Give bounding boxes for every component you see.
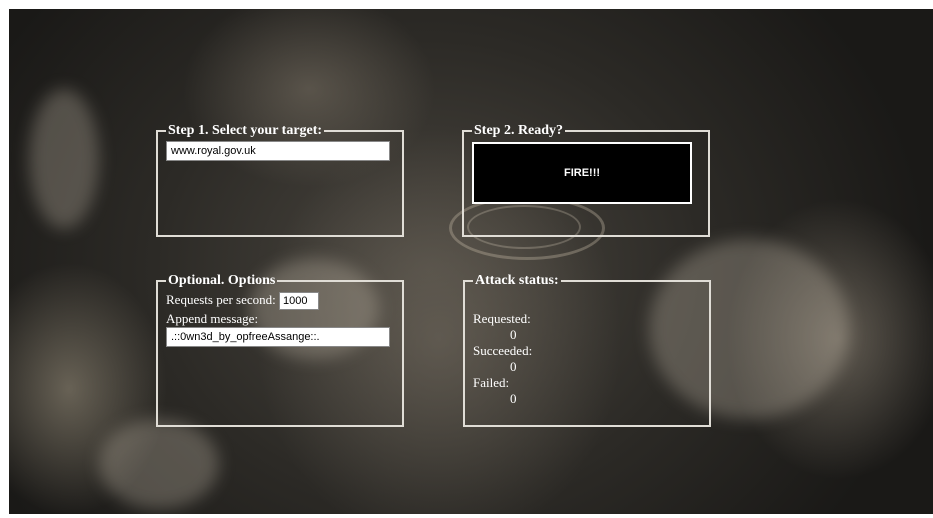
succeeded-label: Succeeded:	[473, 343, 533, 358]
fire-button[interactable]: FIRE!!!	[472, 142, 692, 204]
rps-row: Requests per second:	[166, 291, 394, 311]
step2-legend: Step 2. Ready?	[474, 123, 564, 138]
rps-label: Requests per second:	[166, 292, 276, 307]
requested-value: 0	[510, 327, 517, 342]
status-fieldset: Attack status: Requested: 0 Succeeded: 0…	[463, 273, 711, 427]
succeeded-value: 0	[510, 359, 517, 374]
target-input[interactable]	[166, 141, 390, 161]
background-mask-image	[9, 9, 933, 514]
options-legend: Optional. Options	[168, 273, 276, 288]
failed-value: 0	[510, 391, 517, 406]
face-highlight-left	[29, 89, 99, 229]
options-fieldset: Optional. Options Requests per second: A…	[156, 273, 404, 427]
fire-button-label: FIRE!!!	[563, 167, 601, 179]
append-message-input[interactable]	[166, 327, 390, 348]
step1-fieldset: Step 1. Select your target:	[156, 123, 404, 237]
status-legend: Attack status:	[475, 273, 559, 288]
step1-legend: Step 1. Select your target:	[168, 123, 323, 138]
requested-label: Requested:	[473, 311, 531, 326]
rps-input[interactable]	[279, 292, 320, 311]
face-highlight-chin	[99, 419, 219, 509]
failed-label: Failed:	[473, 375, 510, 390]
append-label: Append message:	[166, 311, 259, 327]
step2-fieldset: Step 2. Ready? FIRE!!!	[462, 123, 710, 237]
